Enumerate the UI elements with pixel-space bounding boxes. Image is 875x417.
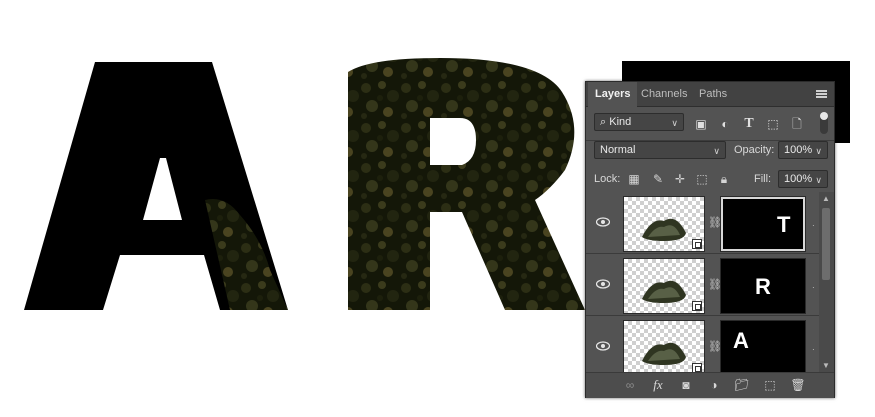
lock-image-icon[interactable]: ✎ bbox=[650, 171, 666, 187]
chevron-down-icon: ∨ bbox=[815, 146, 822, 156]
mask-letter: T bbox=[777, 212, 791, 237]
fx-icon[interactable]: fx bbox=[650, 377, 666, 393]
blend-mode-value: Normal bbox=[600, 144, 636, 156]
link-chain-icon[interactable]: ⛓︎ bbox=[708, 278, 722, 292]
shape-filter-icon[interactable]: ⬚ bbox=[764, 116, 782, 132]
eye-icon[interactable] bbox=[596, 277, 610, 291]
fill-label: Fill: bbox=[754, 173, 772, 185]
layer-thumbnail[interactable] bbox=[623, 196, 705, 252]
opacity-label: Opacity: bbox=[734, 144, 775, 156]
smart-object-badge-icon bbox=[692, 301, 702, 311]
layer-dot: ∙ bbox=[812, 220, 815, 230]
filter-kind-value: Kind bbox=[609, 116, 632, 128]
filter-toggle[interactable] bbox=[820, 112, 828, 134]
tab-paths[interactable]: Paths bbox=[692, 82, 734, 106]
new-layer-icon[interactable]: ⬚ bbox=[762, 377, 778, 393]
eye-icon[interactable] bbox=[596, 215, 610, 229]
add-mask-icon[interactable]: ◙ bbox=[678, 377, 694, 393]
panel-tabbar: Layers Channels Paths bbox=[586, 82, 834, 107]
layer-mask-thumbnail[interactable]: R bbox=[720, 258, 806, 314]
layers-list: ⛓︎ T ∙ ⛓︎ R ∙ ⛓︎ A ∙ bbox=[586, 192, 819, 372]
lock-transparent-icon[interactable]: ▦ bbox=[626, 171, 642, 187]
opacity-field[interactable]: 100% ∨ bbox=[778, 141, 828, 159]
layer-mask-thumbnail[interactable]: A bbox=[720, 320, 806, 372]
opacity-value: 100% bbox=[784, 144, 813, 156]
link-chain-icon[interactable]: ⛓︎ bbox=[708, 216, 722, 230]
chevron-down-icon: ∨ bbox=[713, 146, 720, 156]
smart-object-badge-icon bbox=[692, 239, 702, 249]
layer-row[interactable]: ⛓︎ T ∙ bbox=[586, 192, 819, 254]
search-icon: ⌕ bbox=[600, 116, 607, 128]
image-filter-icon[interactable]: ▣ bbox=[692, 116, 710, 132]
filter-kind-select[interactable]: ⌕ Kind ∨ bbox=[594, 113, 684, 131]
layer-row[interactable]: ⛓︎ R ∙ bbox=[586, 254, 819, 316]
scroll-up-icon[interactable]: ▲ bbox=[822, 194, 830, 203]
link-layers-icon[interactable]: ∞ bbox=[622, 377, 638, 393]
lock-position-icon[interactable]: ✛ bbox=[672, 171, 688, 187]
lock-label: Lock: bbox=[594, 173, 621, 185]
letter-r bbox=[348, 58, 585, 310]
fill-field[interactable]: 100% ∨ bbox=[778, 170, 828, 188]
scroll-thumb[interactable] bbox=[822, 208, 830, 280]
smart-object-badge-icon bbox=[692, 363, 702, 372]
eye-icon[interactable] bbox=[596, 339, 610, 353]
type-filter-icon[interactable]: T bbox=[740, 116, 758, 132]
layer-mask-thumbnail[interactable]: T bbox=[720, 196, 806, 252]
layer-thumbnail[interactable] bbox=[623, 320, 705, 372]
tab-channels[interactable]: Channels bbox=[634, 82, 694, 106]
smart-object-filter-icon[interactable]: 🗋 bbox=[788, 116, 806, 132]
layer-dot: ∙ bbox=[812, 282, 815, 292]
fill-value: 100% bbox=[784, 173, 813, 185]
layer-row[interactable]: ⛓︎ A ∙ bbox=[586, 316, 819, 372]
chevron-down-icon: ∨ bbox=[815, 175, 822, 185]
adjustment-layer-icon[interactable]: ◑ bbox=[706, 377, 722, 393]
lock-artboard-icon[interactable]: ⬚ bbox=[694, 171, 710, 187]
delete-icon[interactable]: 🗑︎ bbox=[790, 377, 806, 393]
link-chain-icon[interactable]: ⛓︎ bbox=[708, 340, 722, 354]
panel-menu-icon[interactable] bbox=[816, 90, 827, 98]
scroll-down-icon[interactable]: ▼ bbox=[822, 361, 830, 370]
group-icon[interactable]: 📁︎ bbox=[734, 377, 750, 393]
layer-thumbnail[interactable] bbox=[623, 258, 705, 314]
tab-layers[interactable]: Layers bbox=[588, 82, 638, 107]
blend-mode-select[interactable]: Normal ∨ bbox=[594, 141, 726, 159]
chevron-down-icon: ∨ bbox=[671, 118, 678, 128]
adjustment-filter-icon[interactable]: ◐ bbox=[716, 116, 734, 132]
mask-letter: R bbox=[755, 274, 771, 299]
mask-letter: A bbox=[733, 328, 749, 353]
lock-all-icon[interactable]: 🔒︎ bbox=[716, 171, 732, 187]
panel-footer: ∞ fx ◙ ◑ 📁︎ ⬚ 🗑︎ bbox=[586, 372, 834, 398]
layers-scrollbar[interactable]: ▲ ▼ bbox=[819, 192, 834, 372]
layer-dot: ∙ bbox=[812, 344, 815, 354]
layers-panel: Layers Channels Paths ⌕ Kind ∨ ▣ ◐ T ⬚ 🗋… bbox=[585, 81, 835, 398]
